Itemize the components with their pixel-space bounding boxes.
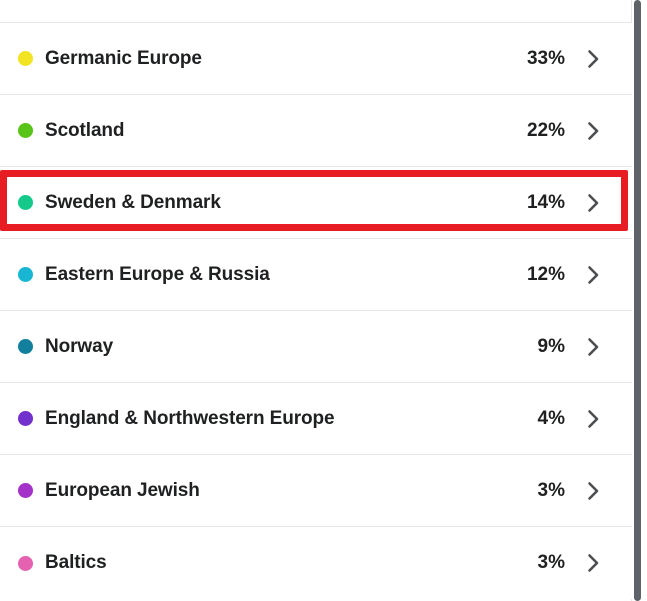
chevron-right-icon[interactable] [587, 337, 600, 357]
ethnicity-color-dot [18, 555, 33, 571]
scrollbar-thumb[interactable] [634, 0, 641, 601]
ethnicity-label: Germanic Europe [45, 47, 202, 69]
ethnicity-color-dot [18, 411, 33, 426]
ethnicity-percent: 3% [537, 479, 565, 501]
ethnicity-label: Sweden & Denmark [45, 191, 221, 213]
ethnicity-percent: 14% [526, 191, 565, 213]
ethnicity-row[interactable]: European Jewish 3% [0, 455, 632, 527]
chevron-right-icon[interactable] [587, 121, 600, 141]
ethnicity-row-list: Germanic Europe 33% Scotland 22% Sweden & De… [0, 23, 632, 599]
ethnicity-row[interactable]: Eastern Europe & Russia 12% [0, 239, 632, 311]
ethnicity-label: Norway [45, 335, 114, 357]
ethnicity-color-dot [18, 123, 33, 138]
ethnicity-row[interactable]: Germanic Europe 33% [0, 23, 632, 95]
chevron-right-icon[interactable] [587, 193, 600, 213]
ethnicity-row[interactable]: Baltics 3% [0, 527, 632, 599]
ethnicity-color-dot [18, 267, 33, 282]
ethnicity-label: European Jewish [45, 479, 200, 501]
ethnicity-row[interactable]: Norway 9% [0, 311, 632, 383]
ethnicity-color-dot [18, 195, 33, 210]
ethnicity-percent: 33% [526, 47, 565, 69]
ethnicity-percent: 4% [537, 407, 565, 429]
ethnicity-percent: 3% [537, 552, 565, 573]
chevron-right-icon[interactable] [587, 265, 600, 285]
ethnicity-percent: 22% [526, 119, 565, 141]
ethnicity-row[interactable]: Scotland 22% [0, 95, 632, 167]
chevron-right-icon[interactable] [587, 49, 600, 69]
ethnicity-label: England & Northwestern Europe [45, 407, 335, 429]
ethnicity-color-dot [18, 339, 33, 354]
ethnicity-row[interactable]: Sweden & Denmark 14% [0, 167, 632, 239]
ethnicity-list-panel: Germanic Europe 33% Scotland 22% Sweden & De… [0, 0, 632, 601]
ethnicity-estimate-screen: Germanic Europe 33% Scotland 22% Sweden & De… [0, 0, 647, 601]
ethnicity-label: Baltics [45, 552, 107, 573]
chevron-right-icon[interactable] [587, 409, 600, 429]
chevron-right-icon[interactable] [587, 553, 600, 573]
ethnicity-percent: 9% [537, 335, 565, 357]
vertical-scrollbar[interactable] [632, 0, 647, 601]
ethnicity-percent: 12% [526, 263, 565, 285]
chevron-right-icon[interactable] [587, 481, 600, 501]
ethnicity-label: Eastern Europe & Russia [45, 263, 270, 285]
ethnicity-color-dot [18, 51, 33, 66]
ethnicity-row[interactable]: England & Northwestern Europe 4% [0, 383, 632, 455]
ethnicity-color-dot [18, 483, 33, 498]
ethnicity-label: Scotland [45, 119, 125, 141]
